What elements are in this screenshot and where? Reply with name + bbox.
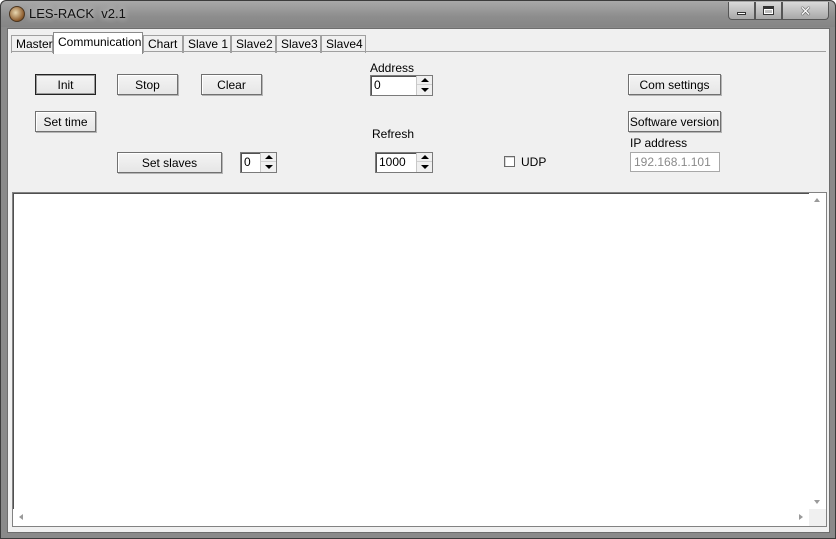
spinner-down-button[interactable] (417, 162, 432, 171)
window-title: LES-RACK v2.1 (29, 6, 126, 21)
spinner-up-button[interactable] (417, 153, 432, 162)
ip-address-field[interactable]: 192.168.1.101 (630, 152, 720, 172)
address-value: 0 (374, 78, 381, 92)
close-button[interactable]: ✕ (782, 2, 829, 20)
spinner-down-button[interactable] (417, 85, 432, 94)
close-icon: ✕ (799, 2, 812, 19)
horizontal-scrollbar[interactable] (13, 509, 809, 526)
refresh-value: 1000 (379, 155, 406, 169)
communication-panel: Init Stop Clear Set time Set slaves 0 Ad… (11, 51, 826, 191)
arrow-up-icon (264, 155, 273, 159)
ip-address-label: IP address (630, 136, 688, 150)
udp-checkbox[interactable] (504, 156, 515, 167)
client-area: Master Communication Chart Slave 1 Slave… (7, 28, 830, 533)
log-textarea[interactable] (12, 192, 827, 527)
app-logo-icon[interactable] (9, 6, 25, 22)
scrollbar-corner (809, 509, 826, 526)
spinner-up-button[interactable] (261, 153, 276, 162)
arrow-up-icon (420, 78, 429, 82)
minimize-button[interactable] (728, 2, 755, 20)
address-spinner-arrows (416, 76, 432, 95)
maximize-icon (763, 6, 774, 15)
address-spinner[interactable]: 0 (370, 75, 433, 96)
arrow-down-icon (420, 164, 429, 169)
clear-button[interactable]: Clear (201, 74, 262, 95)
refresh-spinner[interactable]: 1000 (375, 152, 433, 173)
stop-button[interactable]: Stop (117, 74, 178, 95)
slaves-spinner-arrows (260, 153, 276, 172)
scroll-right-icon[interactable] (799, 514, 803, 520)
maximize-button[interactable] (755, 2, 782, 20)
minimize-icon (737, 12, 746, 15)
scroll-left-icon[interactable] (19, 514, 23, 520)
init-button[interactable]: Init (35, 74, 96, 95)
title-bar[interactable]: LES-RACK v2.1 ✕ (1, 1, 835, 27)
tab-communication[interactable]: Communication (53, 32, 143, 54)
main-window: LES-RACK v2.1 ✕ Master Communication Cha… (0, 0, 836, 539)
arrow-down-icon (264, 164, 273, 169)
arrow-up-icon (420, 155, 429, 159)
udp-label: UDP (521, 155, 547, 169)
set-time-button[interactable]: Set time (35, 111, 96, 132)
spinner-down-button[interactable] (261, 162, 276, 171)
arrow-down-icon (420, 87, 429, 92)
scroll-up-icon[interactable] (814, 198, 820, 202)
refresh-spinner-arrows (416, 153, 432, 172)
com-settings-button[interactable]: Com settings (628, 74, 721, 95)
spinner-up-button[interactable] (417, 76, 432, 85)
scroll-down-icon[interactable] (814, 500, 820, 504)
refresh-label: Refresh (372, 127, 415, 141)
software-version-button[interactable]: Software version (628, 111, 721, 132)
slaves-value: 0 (244, 155, 251, 169)
vertical-scrollbar[interactable] (809, 193, 826, 509)
slaves-spinner[interactable]: 0 (240, 152, 277, 173)
tab-strip: Master Communication Chart Slave 1 Slave… (11, 32, 826, 54)
address-label: Address (370, 61, 415, 75)
set-slaves-button[interactable]: Set slaves (117, 152, 222, 173)
